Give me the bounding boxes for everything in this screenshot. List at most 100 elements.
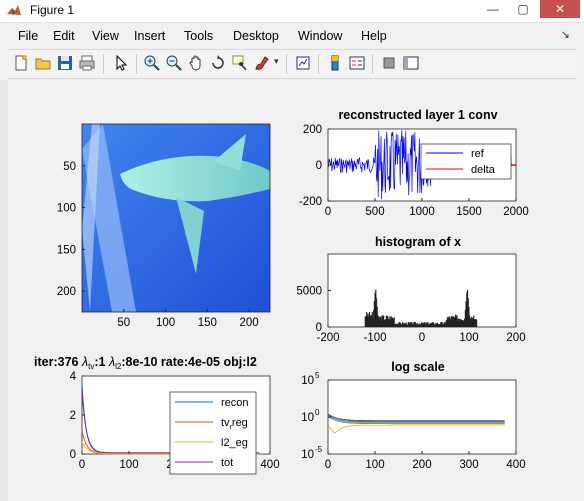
- window-titlebar: Figure 1 — ▢ ✕: [0, 0, 584, 23]
- background-window-strip: [0, 80, 8, 501]
- legend-delta-label: delta: [471, 164, 496, 176]
- loss-ytick-label: 4: [70, 371, 77, 383]
- menu-help[interactable]: Help: [361, 29, 387, 43]
- hist-xtick-label: -100: [363, 332, 386, 344]
- menu-view[interactable]: View: [92, 29, 119, 43]
- menu-edit[interactable]: Edit: [53, 29, 75, 43]
- image-subplot: 50 100 150 200 50 100 150 200: [57, 123, 271, 329]
- menu-tools[interactable]: Tools: [184, 29, 213, 43]
- hist-bar: [476, 319, 478, 327]
- hide-plot-tools-icon[interactable]: [380, 54, 398, 72]
- loss-subplot: iter:376 λtv:1 λl2:8e-10 rate:4e-05 obj:…: [34, 355, 280, 475]
- hist-title: histogram of x: [375, 235, 461, 249]
- log-subplot: log scale 0 100 200 300 40010 510 010 -5: [301, 360, 525, 471]
- log-xtick-label: 400: [506, 459, 525, 471]
- conv-xtick-label: 500: [365, 206, 384, 218]
- menu-window[interactable]: Window: [298, 29, 342, 43]
- dock-arrow-icon[interactable]: ↘: [561, 28, 570, 41]
- log-xtick-label: 200: [412, 459, 431, 471]
- data-cursor-icon[interactable]: [231, 54, 249, 72]
- link-plot-icon[interactable]: [294, 54, 312, 72]
- save-icon[interactable]: [56, 54, 74, 72]
- loss-ytick-label: 0: [70, 449, 76, 461]
- figure-svg: 50100150200 50 100 150 200 reconstructed la…: [34, 108, 529, 475]
- menu-insert[interactable]: Insert: [134, 29, 165, 43]
- toolbar-separator: [372, 54, 373, 74]
- log-xtick-label: 300: [459, 459, 478, 471]
- insert-legend-icon[interactable]: [348, 54, 366, 72]
- conv-subplot: reconstructed layer 1 conv 0 500 1000 1500 2…: [299, 108, 529, 218]
- log-axes[interactable]: [327, 379, 517, 455]
- window-title: Figure 1: [30, 3, 75, 17]
- loss-xtick-label: 100: [119, 459, 138, 471]
- open-file-icon[interactable]: [34, 54, 52, 72]
- maximize-button[interactable]: ▢: [510, 0, 536, 18]
- conv-title: reconstructed layer 1 conv: [338, 108, 497, 122]
- toolbar: ▾: [8, 49, 576, 79]
- toolbar-separator: [136, 54, 137, 74]
- close-button[interactable]: ✕: [540, 0, 580, 18]
- hist-axes[interactable]: [327, 253, 517, 328]
- log-xtick-label: 0: [325, 459, 331, 471]
- legend-tvreg-label: tvrreg: [221, 417, 248, 431]
- loss-legend[interactable]: recon tvrreg l2_eg tot: [169, 391, 257, 475]
- loss-xtick-label: 0: [79, 459, 85, 471]
- conv-xtick-label: 1500: [456, 206, 482, 218]
- img-xtick-label: 50: [117, 317, 130, 329]
- show-plot-tools-icon[interactable]: [402, 54, 420, 72]
- menu-file[interactable]: File: [18, 29, 38, 43]
- toolbar-separator: [318, 54, 319, 74]
- matlab-icon: [7, 5, 21, 16]
- img-ytick-label: 50: [63, 161, 76, 173]
- conv-legend[interactable]: ref delta: [420, 143, 512, 180]
- img-xtick-label: 200: [240, 317, 259, 329]
- menu-bar: File Edit View Insert Tools Desktop Wind…: [8, 26, 576, 46]
- log-ytick-exponent: -5: [315, 445, 323, 454]
- conv-ytick-label: 200: [303, 124, 322, 136]
- hist-xtick-label: 0: [419, 332, 425, 344]
- zoom-out-icon[interactable]: [165, 54, 183, 72]
- pan-hand-icon[interactable]: [187, 54, 205, 72]
- conv-xtick-label: 2000: [503, 206, 529, 218]
- loss-title-prefix: iter:376: [34, 355, 82, 369]
- hist-xtick-label: 200: [506, 332, 525, 344]
- loss-xtick-label: 400: [260, 459, 279, 471]
- legend-l2reg-label: l2_eg: [221, 437, 248, 449]
- lambda-l2-symbol: λ: [108, 355, 115, 369]
- legend-tot-label: tot: [221, 457, 233, 469]
- hist-xtick-label: 100: [459, 332, 478, 344]
- img-ytick-label: 150: [57, 244, 76, 256]
- img-ytick-label: 100: [57, 203, 76, 215]
- hist-ytick-label: 0: [316, 322, 322, 334]
- conv-ytick-label: -200: [299, 196, 322, 208]
- brush-dropdown-icon[interactable]: ▾: [274, 56, 279, 67]
- menu-desktop[interactable]: Desktop: [233, 29, 279, 43]
- new-figure-icon[interactable]: [12, 54, 30, 72]
- conv-xtick-label: 1000: [409, 206, 435, 218]
- loss-title-tv: :1: [94, 355, 109, 369]
- zoom-in-icon[interactable]: [143, 54, 161, 72]
- hist-ytick-label: 5000: [296, 286, 322, 298]
- conv-xtick-label: 0: [325, 206, 331, 218]
- conv-legend-box: [420, 143, 512, 180]
- img-ytick-label: 200: [57, 286, 76, 298]
- log-ytick-exponent: 5: [315, 371, 320, 380]
- log-ytick-label: 10: [301, 412, 314, 424]
- brush-icon[interactable]: [253, 54, 271, 72]
- legend-ref-label: ref: [471, 148, 485, 160]
- edit-plot-arrow-icon[interactable]: [112, 54, 130, 72]
- log-title: log scale: [391, 360, 445, 374]
- legend-recon-label: recon: [221, 397, 249, 409]
- minimize-button[interactable]: —: [480, 0, 506, 18]
- loss-ytick-label: 2: [70, 410, 76, 422]
- log-xtick-label: 100: [365, 459, 384, 471]
- img-xtick-label: 150: [198, 317, 217, 329]
- toolbar-separator: [103, 54, 104, 74]
- conv-ytick-label: 0: [316, 160, 322, 172]
- rotate-3d-icon[interactable]: [209, 54, 227, 72]
- histogram-subplot: histogram of x -200 -100 0 100 20050000: [296, 235, 525, 344]
- figure-canvas: 50 100 150 200 50 100 150 200 reconstructed la…: [8, 79, 576, 493]
- print-icon[interactable]: [78, 54, 96, 72]
- loss-title: iter:376 λtv:1 λl2:8e-10 rate:4e-05 obj:…: [34, 355, 257, 371]
- insert-colorbar-icon[interactable]: [326, 54, 344, 72]
